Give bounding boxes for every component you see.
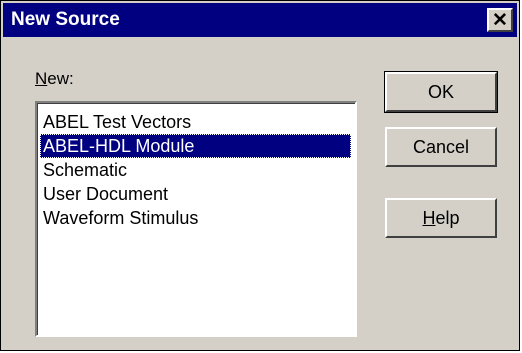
dialog-title: New Source [11, 9, 120, 30]
close-button[interactable]: ✕ [487, 8, 513, 32]
help-button-label: Help [422, 208, 459, 229]
title-bar[interactable]: New Source ✕ [3, 3, 517, 37]
source-type-listbox[interactable]: ABEL Test Vectors ABEL-HDL Module Schema… [35, 101, 357, 337]
ok-button[interactable]: OK [384, 71, 498, 113]
list-item-abel-test-vectors[interactable]: ABEL Test Vectors [40, 110, 191, 134]
list-item-schematic[interactable]: Schematic [40, 158, 127, 182]
new-label-mnemonic: N [35, 69, 48, 88]
list-item-waveform-stimulus[interactable]: Waveform Stimulus [40, 206, 198, 230]
cancel-button[interactable]: Cancel [385, 127, 497, 167]
close-icon: ✕ [492, 9, 508, 31]
help-mnemonic: H [422, 207, 436, 228]
listbox-frame: ABEL Test Vectors ABEL-HDL Module Schema… [37, 103, 355, 335]
help-button[interactable]: Help [385, 198, 497, 238]
list-item-user-document[interactable]: User Document [40, 182, 168, 206]
ok-button-label: OK [427, 81, 454, 102]
new-label: New: [35, 69, 74, 89]
new-source-dialog: New Source ✕ New: ABEL Test Vectors ABEL… [0, 0, 520, 351]
list-item-abel-hdl-module[interactable]: ABEL-HDL Module [40, 134, 351, 158]
cancel-button-label: Cancel [412, 136, 470, 157]
help-rest: elp [435, 207, 460, 228]
new-label-rest: ew: [47, 69, 74, 88]
